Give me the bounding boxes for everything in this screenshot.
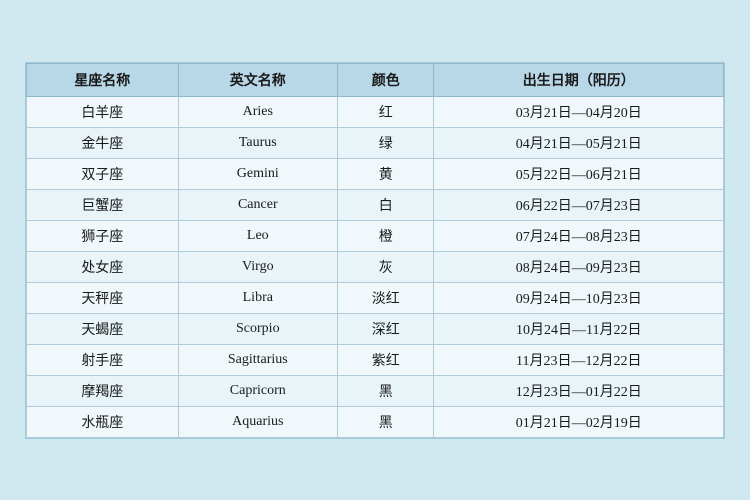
cell-dates: 05月22日—06月21日	[434, 158, 724, 189]
cell-color: 红	[337, 96, 434, 127]
cell-chinese-name: 巨蟹座	[27, 189, 179, 220]
cell-english-name: Sagittarius	[178, 344, 337, 375]
cell-english-name: Cancer	[178, 189, 337, 220]
cell-english-name: Gemini	[178, 158, 337, 189]
cell-dates: 06月22日—07月23日	[434, 189, 724, 220]
cell-chinese-name: 摩羯座	[27, 375, 179, 406]
cell-dates: 04月21日—05月21日	[434, 127, 724, 158]
table-row: 射手座Sagittarius紫红11月23日—12月22日	[27, 344, 724, 375]
table-row: 处女座Virgo灰08月24日—09月23日	[27, 251, 724, 282]
header-english-name: 英文名称	[178, 63, 337, 96]
table-row: 巨蟹座Cancer白06月22日—07月23日	[27, 189, 724, 220]
header-chinese-name: 星座名称	[27, 63, 179, 96]
header-dates: 出生日期（阳历）	[434, 63, 724, 96]
cell-english-name: Scorpio	[178, 313, 337, 344]
zodiac-table: 星座名称 英文名称 颜色 出生日期（阳历） 白羊座Aries红03月21日—04…	[26, 63, 724, 438]
cell-english-name: Aquarius	[178, 406, 337, 437]
cell-english-name: Libra	[178, 282, 337, 313]
table-row: 双子座Gemini黄05月22日—06月21日	[27, 158, 724, 189]
cell-dates: 11月23日—12月22日	[434, 344, 724, 375]
cell-color: 绿	[337, 127, 434, 158]
table-body: 白羊座Aries红03月21日—04月20日金牛座Taurus绿04月21日—0…	[27, 96, 724, 437]
cell-english-name: Taurus	[178, 127, 337, 158]
cell-dates: 09月24日—10月23日	[434, 282, 724, 313]
table-row: 白羊座Aries红03月21日—04月20日	[27, 96, 724, 127]
cell-chinese-name: 天秤座	[27, 282, 179, 313]
cell-chinese-name: 天蝎座	[27, 313, 179, 344]
table-row: 天蝎座Scorpio深红10月24日—11月22日	[27, 313, 724, 344]
cell-color: 黄	[337, 158, 434, 189]
cell-color: 黑	[337, 375, 434, 406]
cell-dates: 01月21日—02月19日	[434, 406, 724, 437]
table-row: 狮子座Leo橙07月24日—08月23日	[27, 220, 724, 251]
cell-english-name: Capricorn	[178, 375, 337, 406]
table-header-row: 星座名称 英文名称 颜色 出生日期（阳历）	[27, 63, 724, 96]
header-color: 颜色	[337, 63, 434, 96]
cell-english-name: Aries	[178, 96, 337, 127]
cell-chinese-name: 射手座	[27, 344, 179, 375]
cell-english-name: Leo	[178, 220, 337, 251]
cell-color: 黑	[337, 406, 434, 437]
cell-chinese-name: 双子座	[27, 158, 179, 189]
cell-chinese-name: 白羊座	[27, 96, 179, 127]
zodiac-table-container: 星座名称 英文名称 颜色 出生日期（阳历） 白羊座Aries红03月21日—04…	[25, 62, 725, 439]
cell-chinese-name: 金牛座	[27, 127, 179, 158]
cell-color: 灰	[337, 251, 434, 282]
table-row: 金牛座Taurus绿04月21日—05月21日	[27, 127, 724, 158]
cell-chinese-name: 狮子座	[27, 220, 179, 251]
cell-dates: 08月24日—09月23日	[434, 251, 724, 282]
cell-color: 深红	[337, 313, 434, 344]
cell-color: 橙	[337, 220, 434, 251]
table-row: 天秤座Libra淡红09月24日—10月23日	[27, 282, 724, 313]
cell-color: 淡红	[337, 282, 434, 313]
cell-chinese-name: 处女座	[27, 251, 179, 282]
cell-color: 紫红	[337, 344, 434, 375]
cell-english-name: Virgo	[178, 251, 337, 282]
cell-dates: 10月24日—11月22日	[434, 313, 724, 344]
table-row: 摩羯座Capricorn黑12月23日—01月22日	[27, 375, 724, 406]
cell-dates: 12月23日—01月22日	[434, 375, 724, 406]
cell-color: 白	[337, 189, 434, 220]
cell-dates: 03月21日—04月20日	[434, 96, 724, 127]
table-row: 水瓶座Aquarius黑01月21日—02月19日	[27, 406, 724, 437]
cell-dates: 07月24日—08月23日	[434, 220, 724, 251]
cell-chinese-name: 水瓶座	[27, 406, 179, 437]
